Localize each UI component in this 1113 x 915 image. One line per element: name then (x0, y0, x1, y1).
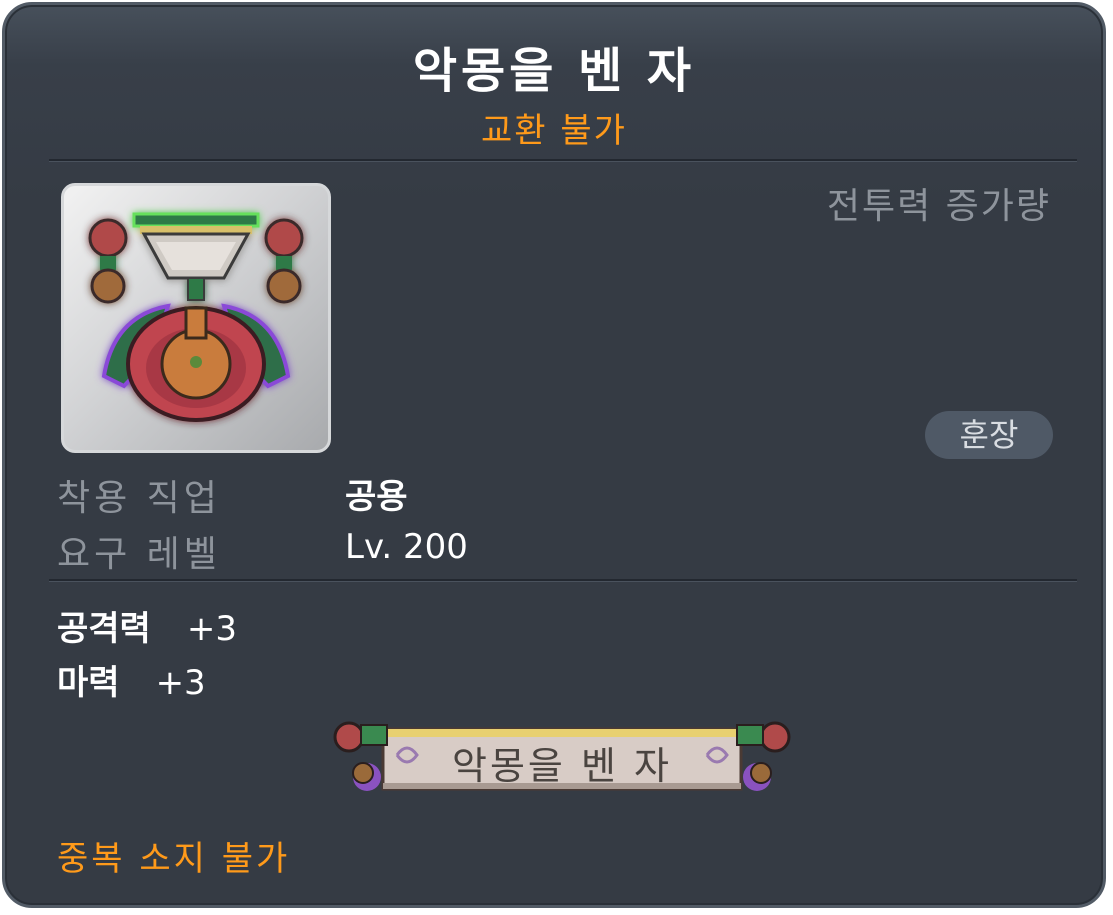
header-divider (49, 159, 1077, 162)
item-tooltip: 악몽을 벤 자 교환 불가 전투력 증가량 훈장 착용 직업 공용 요구 레벨 … (2, 2, 1106, 908)
stat-attack-value: +3 (186, 609, 237, 649)
stat-attack: 공격력 +3 (57, 601, 237, 650)
trade-status: 교환 불가 (481, 111, 627, 151)
job-value: 공용 (345, 477, 408, 517)
medal-banner-text: 악몽을 벤 자 (452, 744, 672, 788)
medal-title-banner: 악몽을 벤 자 (327, 715, 797, 799)
requirements-divider (49, 579, 1077, 582)
stat-magic-value: +3 (155, 663, 206, 703)
item-name: 악몽을 벤 자 (412, 43, 696, 99)
nightmare-medal-icon (88, 212, 304, 422)
level-label: 요구 레벨 (57, 534, 221, 575)
stat-magic-label: 마력 (57, 663, 120, 703)
combat-power-increase-label: 전투력 증가량 (826, 186, 1051, 227)
level-value: Lv. 200 (345, 527, 468, 567)
job-label: 착용 직업 (57, 478, 221, 519)
category-badge: 훈장 (925, 411, 1053, 459)
stat-magic: 마력 +3 (57, 655, 206, 704)
item-icon-frame[interactable] (61, 183, 331, 453)
duplicate-ownership-notice: 중복 소지 불가 (57, 839, 291, 879)
stat-attack-label: 공격력 (57, 609, 151, 649)
